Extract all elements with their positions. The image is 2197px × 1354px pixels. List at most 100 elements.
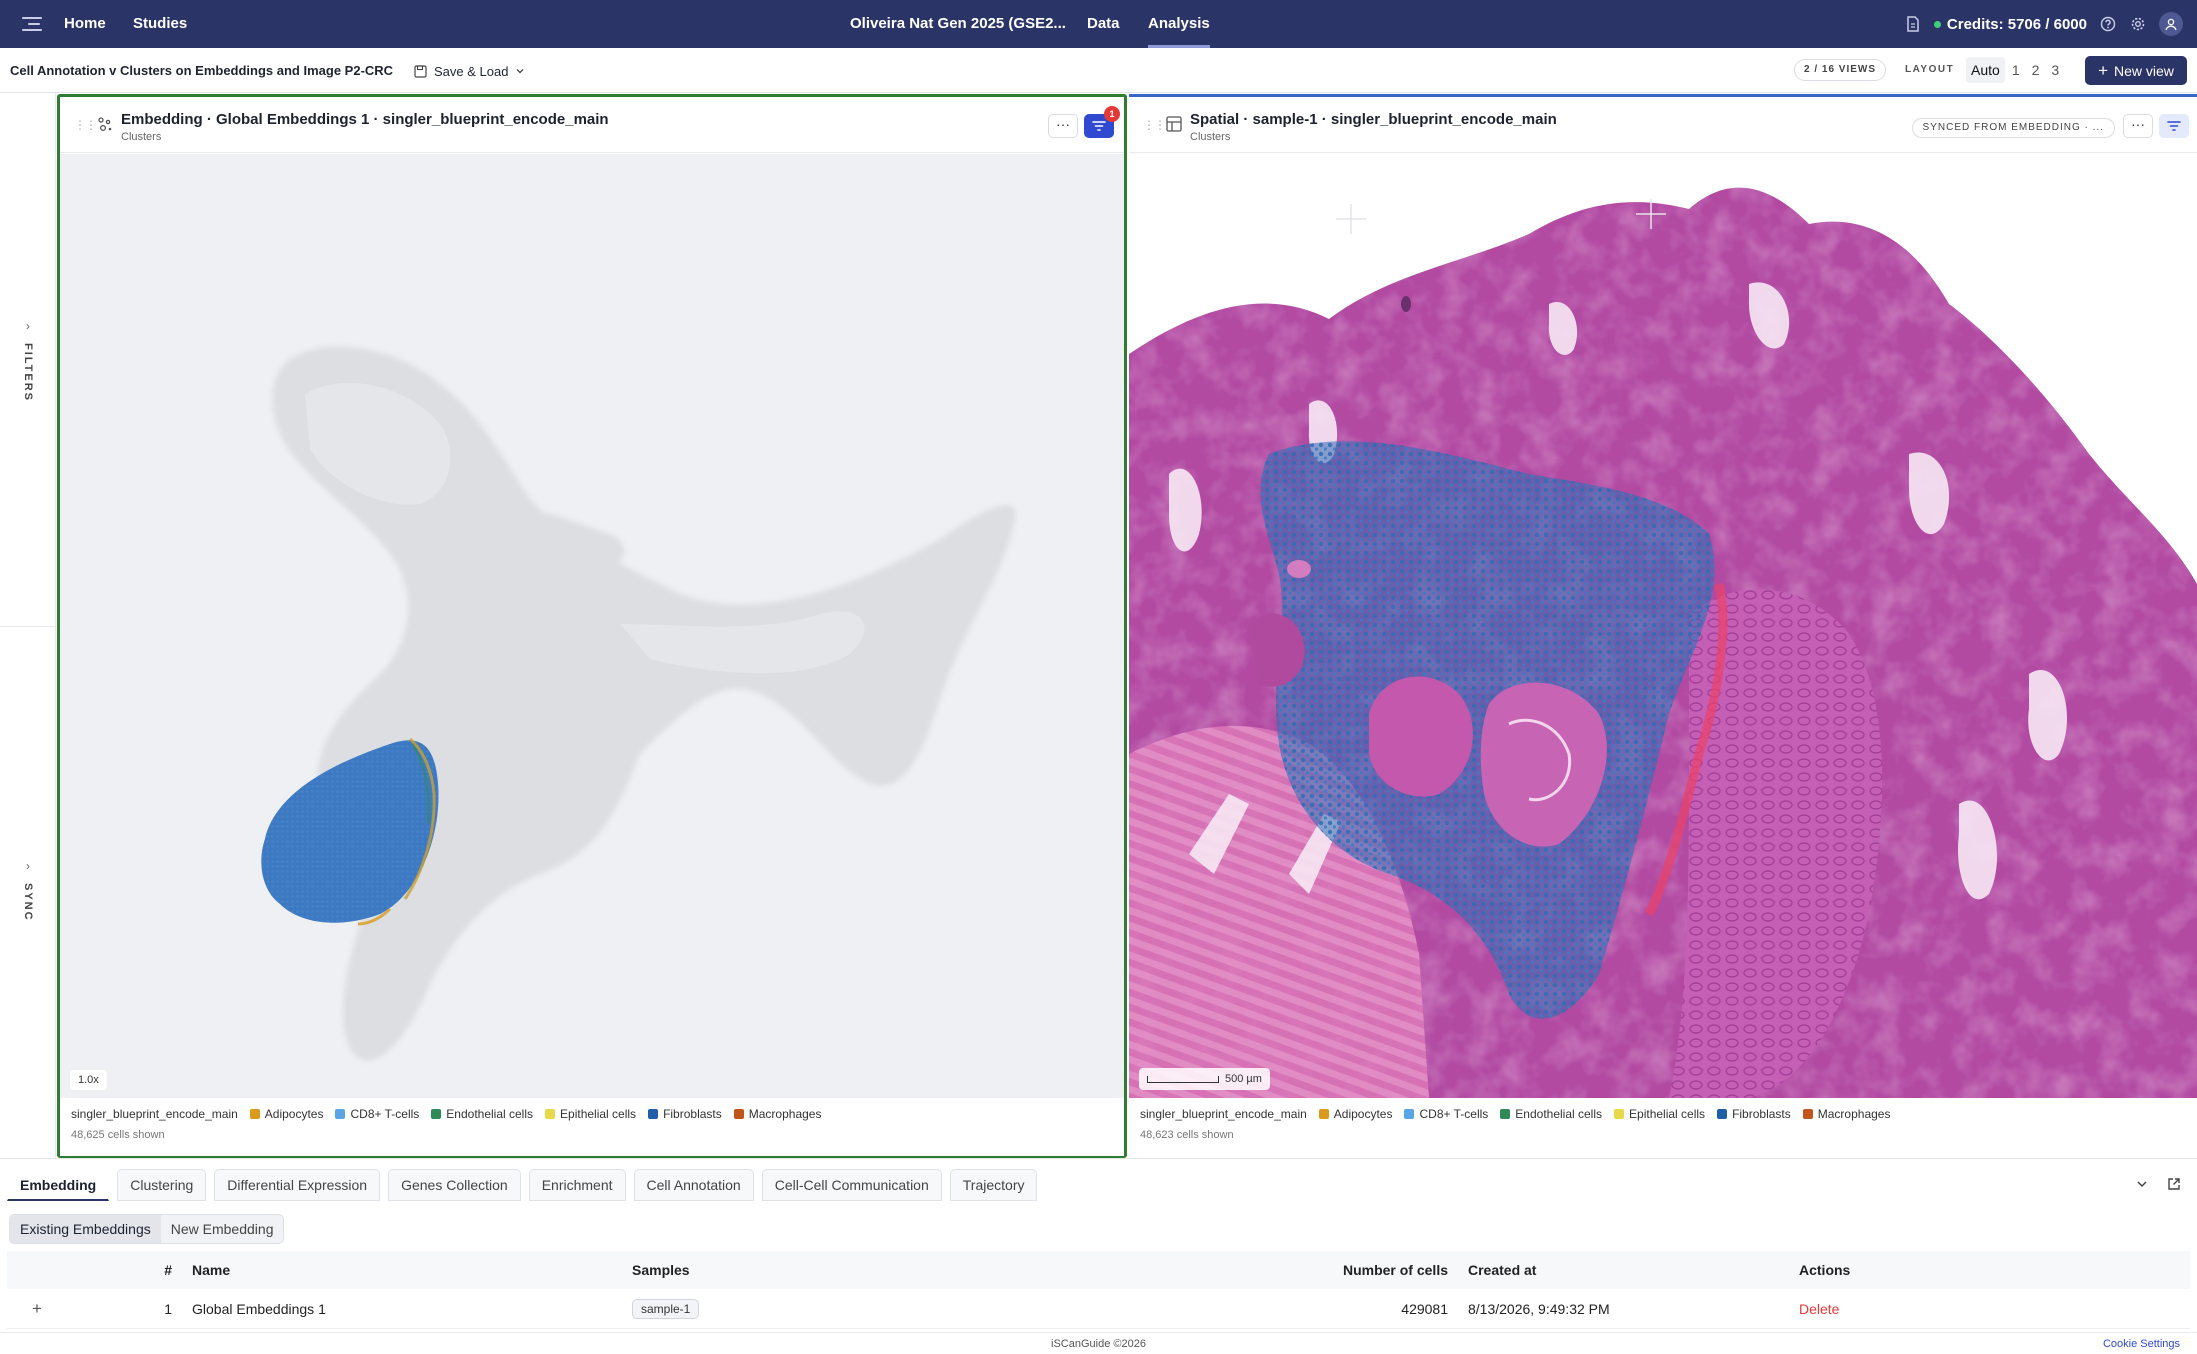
filters-label: FILTERS [22, 343, 34, 403]
drag-handle-icon[interactable]: ⋮⋮ [74, 118, 97, 132]
embedding-panel[interactable]: ⋮⋮ Embedding · Global Embeddings 1 · sin… [57, 94, 1127, 1158]
help-icon[interactable] [2099, 15, 2117, 33]
chevron-down-icon[interactable] [2135, 1177, 2149, 1194]
study-title[interactable]: Oliveira Nat Gen 2025 (GSE2... [850, 0, 1066, 48]
legend-item[interactable]: Adipocytes [1318, 1107, 1392, 1121]
sync-toggle[interactable]: › SYNC [18, 859, 38, 922]
legend-item[interactable]: Adipocytes [249, 1107, 324, 1121]
row-name: Global Embeddings 1 [192, 1300, 326, 1317]
legend-swatch [1500, 1109, 1511, 1119]
legend-swatch [431, 1109, 442, 1119]
tab-cell-cell-communication[interactable]: Cell-Cell Communication [761, 1169, 942, 1201]
legend-item[interactable]: Fibroblasts [1717, 1107, 1791, 1121]
legend-item[interactable]: Epithelial cells [1614, 1107, 1705, 1121]
tab-embedding[interactable]: Embedding [7, 1169, 110, 1201]
bottom-drawer: Embedding Clustering Differential Expres… [0, 1158, 2197, 1354]
legend-item[interactable]: CD8+ T-cells [1404, 1107, 1488, 1121]
nav-home[interactable]: Home [64, 0, 106, 48]
layout-option-1[interactable]: 1 [2007, 57, 2025, 83]
legend-swatch [1717, 1109, 1728, 1119]
image-grid-icon [1165, 115, 1183, 133]
plus-icon: + [2098, 61, 2109, 80]
legend-label: Fibroblasts [663, 1107, 722, 1121]
layout-label: LAYOUT [1905, 64, 1955, 75]
nav-analysis[interactable]: Analysis [1148, 0, 1210, 48]
chevron-right-icon: › [26, 319, 30, 333]
credits-label: Credits: 5706 / 6000 [1946, 15, 2087, 33]
spatial-panel[interactable]: ⋮⋮ Spatial · sample-1 · singler_blueprin… [1129, 94, 2197, 1158]
legend-item[interactable]: Epithelial cells [545, 1107, 636, 1121]
legend-swatch [1614, 1109, 1625, 1119]
legend-swatch [1404, 1109, 1415, 1119]
save-load-button[interactable]: Save & Load [414, 60, 525, 82]
drawer-controls [2135, 1177, 2181, 1194]
legend-item[interactable]: Fibroblasts [648, 1107, 722, 1121]
open-external-icon[interactable] [2167, 1177, 2181, 1194]
legend-item[interactable]: Endothelial cells [431, 1107, 533, 1121]
legend-item[interactable]: Macrophages [1802, 1107, 1890, 1121]
drag-handle-icon[interactable]: ⋮⋮ [1143, 118, 1166, 132]
row-index: 1 [164, 1300, 172, 1317]
tab-genes-collection[interactable]: Genes Collection [388, 1169, 521, 1201]
tab-clustering[interactable]: Clustering [117, 1169, 207, 1201]
legend-label: Endothelial cells [446, 1107, 534, 1121]
scatter-embedding-icon [96, 115, 114, 133]
legend-label: Endothelial cells [1515, 1107, 1603, 1121]
scale-bar-line [1147, 1075, 1219, 1083]
filter-button[interactable] [2159, 114, 2189, 138]
document-icon[interactable] [1904, 15, 1922, 33]
gear-icon[interactable] [2129, 15, 2147, 33]
analysis-toolbar: Cell Annotation v Clusters on Embeddings… [0, 48, 2197, 93]
menu-icon[interactable] [22, 14, 42, 34]
layout-option-2[interactable]: 2 [2027, 57, 2045, 83]
more-options-button[interactable]: ··· [2123, 114, 2153, 138]
legend-item[interactable]: CD8+ T-cells [335, 1107, 419, 1121]
legend-title: singler_blueprint_encode_main [1140, 1107, 1307, 1121]
cookie-settings-link[interactable]: Cookie Settings [2103, 1333, 2180, 1354]
cells-shown: 48,623 cells shown [1140, 1129, 1234, 1141]
embedding-plot[interactable]: 1.0x [60, 154, 1124, 1098]
table-row[interactable]: + 1 Global Embeddings 1 sample-1 429081 … [7, 1289, 2190, 1329]
nav-data[interactable]: Data [1087, 0, 1120, 48]
filters-toggle[interactable]: › FILTERS [18, 319, 38, 402]
subtab-existing-embeddings[interactable]: Existing Embeddings [10, 1215, 161, 1243]
subtab-new-embedding[interactable]: New Embedding [161, 1215, 284, 1243]
legend-label: Adipocytes [264, 1107, 324, 1121]
chevron-down-icon [516, 69, 524, 74]
filter-button[interactable]: 1 [1084, 106, 1120, 138]
sync-status-badge[interactable]: SYNCED FROM EMBEDDING · ... [1911, 118, 2115, 138]
tissue-image[interactable] [1129, 154, 2197, 1098]
footer: iSCanGuide ©2026 Cookie Settings [0, 1332, 2197, 1354]
legend-item[interactable]: Macrophages [733, 1107, 821, 1121]
delete-button[interactable]: Delete [1799, 1301, 2190, 1317]
embedding-subtabs: Existing Embeddings New Embedding [9, 1214, 285, 1244]
new-view-button[interactable]: + New view [2085, 56, 2187, 85]
legend-label: CD8+ T-cells [1419, 1107, 1489, 1121]
umap-scatter[interactable] [60, 154, 1124, 1098]
copyright: iSCanGuide ©2026 [1051, 1338, 1146, 1350]
zoom-level: 1.0x [70, 1070, 107, 1090]
filter-count-badge: 1 [1104, 106, 1120, 122]
spatial-image[interactable]: 500 µm [1129, 154, 2197, 1098]
header-index: # [164, 1262, 172, 1278]
nav-studies[interactable]: Studies [133, 0, 187, 48]
panel-header: ⋮⋮ Spatial · sample-1 · singler_blueprin… [1129, 97, 2197, 153]
left-rail: › FILTERS › SYNC [0, 93, 56, 1158]
tab-differential-expression[interactable]: Differential Expression [214, 1169, 381, 1201]
layout-option-auto[interactable]: Auto [1966, 57, 2005, 83]
legend-item[interactable]: Endothelial cells [1500, 1107, 1602, 1121]
expand-row-icon[interactable]: + [7, 1299, 67, 1319]
tab-cell-annotation[interactable]: Cell Annotation [633, 1169, 754, 1201]
legend-swatch [733, 1109, 744, 1119]
panel-title: Spatial · sample-1 · singler_blueprint_e… [1190, 111, 1557, 128]
layout-option-3[interactable]: 3 [2046, 57, 2064, 83]
row-cell-count: 429081 [1401, 1300, 1448, 1317]
legend-swatch [1318, 1109, 1329, 1119]
chevron-right-icon: › [26, 859, 30, 873]
legend-swatch [335, 1109, 346, 1119]
user-avatar-icon[interactable] [2159, 12, 2183, 36]
tab-enrichment[interactable]: Enrichment [528, 1169, 626, 1201]
more-options-button[interactable]: ··· [1048, 114, 1078, 138]
legend: singler_blueprint_encode_main Adipocytes… [1129, 1098, 2197, 1156]
tab-trajectory[interactable]: Trajectory [949, 1169, 1038, 1201]
